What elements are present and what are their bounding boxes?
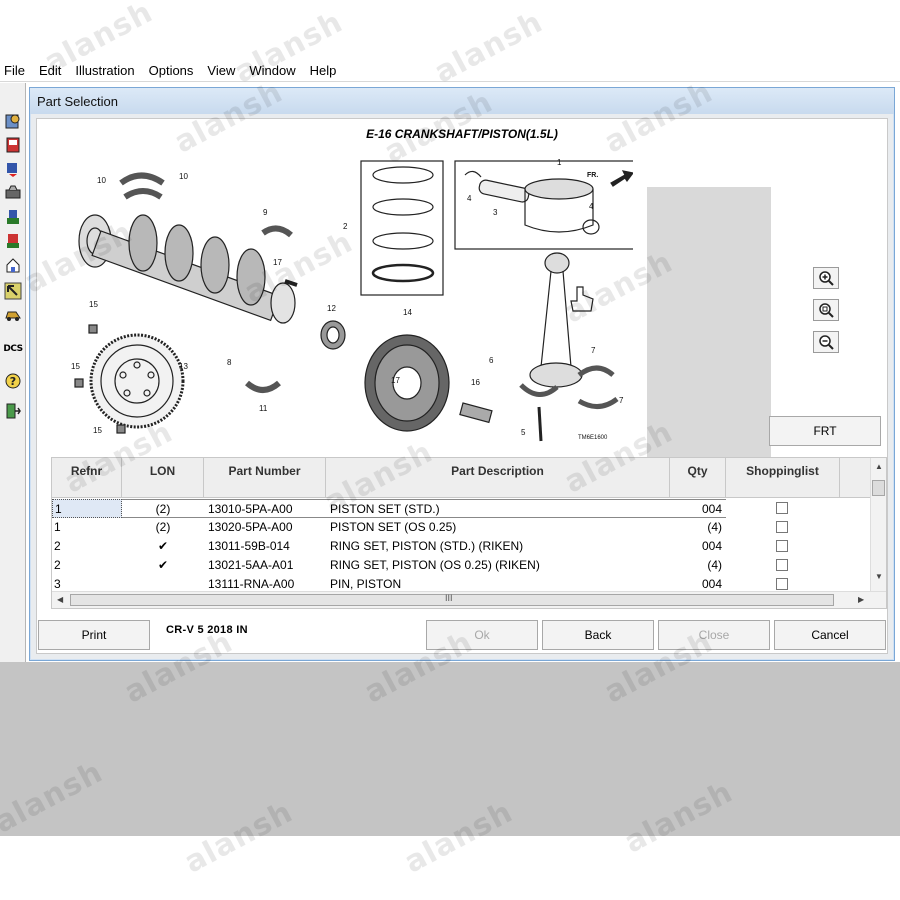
callout-3: 3	[493, 208, 498, 217]
menu-options[interactable]: Options	[142, 60, 201, 82]
parts-table: Refnr LON Part Number Part Description Q…	[51, 457, 887, 609]
left-toolbar: DCS ?	[0, 83, 26, 663]
menu-illustration[interactable]: Illustration	[68, 60, 141, 82]
callout-14: 14	[403, 308, 412, 317]
application-window: File Edit Illustration Options View Wind…	[0, 0, 900, 900]
menu-bar: File Edit Illustration Options View Wind…	[0, 60, 900, 82]
callout-17b: 17	[391, 376, 400, 385]
callout-11: 11	[259, 404, 268, 413]
help-icon[interactable]: ?	[3, 371, 23, 391]
engine-icon[interactable]	[3, 183, 23, 203]
table-row[interactable]: 2 ✔ 13021-5AA-A01 RING SET, PISTON (OS 0…	[52, 556, 872, 575]
lon-check-icon: ✔	[157, 558, 169, 572]
col-lon[interactable]: LON	[122, 458, 204, 498]
desktop-background	[0, 662, 900, 836]
home-icon[interactable]	[3, 255, 23, 275]
callout-17a: 17	[273, 258, 282, 267]
scroll-down-icon[interactable]: ▼	[875, 572, 883, 581]
callout-15c: 15	[93, 426, 102, 435]
col-shoppinglist[interactable]: Shoppinglist	[726, 458, 840, 498]
vehicle-icon[interactable]	[3, 135, 23, 155]
callout-4b: 4	[589, 202, 594, 211]
table-row[interactable]: 2 ✔ 13011-59B-014 RING SET, PISTON (STD.…	[52, 537, 872, 556]
scroll-left-icon[interactable]: ◀	[57, 595, 63, 604]
col-refnr[interactable]: Refnr	[52, 458, 122, 498]
ok-button[interactable]: Ok	[426, 620, 538, 650]
callout-9: 9	[263, 208, 268, 217]
table-row[interactable]: 1 (2) 13020-5PA-A00 PISTON SET (OS 0.25)…	[52, 518, 872, 537]
illustration-title: E-16 CRANKSHAFT/PISTON(1.5L)	[366, 127, 558, 141]
callout-6: 6	[489, 356, 494, 365]
menu-help[interactable]: Help	[303, 60, 344, 82]
horizontal-scroll-thumb[interactable]: III	[70, 593, 834, 606]
zoom-out-button[interactable]	[813, 331, 839, 353]
callout-7a: 7	[591, 346, 596, 355]
col-part-number[interactable]: Part Number	[204, 458, 326, 498]
dialog-titlebar[interactable]: Part Selection	[30, 88, 894, 114]
illustration-gray-area	[647, 187, 771, 483]
back-button[interactable]: Back	[542, 620, 654, 650]
horizontal-scrollbar[interactable]: ◀ III ▶	[52, 591, 886, 608]
table-header: Refnr LON Part Number Part Description Q…	[52, 458, 872, 498]
vertical-scrollbar[interactable]: ▲ ▼	[870, 458, 886, 592]
vehicle-model-label: CR-V 5 2018 IN	[166, 624, 248, 636]
dialog-title: Part Selection	[37, 93, 118, 109]
menu-view[interactable]: View	[200, 60, 242, 82]
illustration-code: TM6E1600	[578, 435, 608, 441]
part-selection-dialog: Part Selection E-16 CRANKSHAFT/PISTON(1.…	[29, 87, 895, 661]
shoppinglist-checkbox[interactable]	[776, 578, 788, 590]
callout-1: 1	[557, 158, 562, 167]
fr-label: FR.	[587, 172, 598, 179]
callout-12: 12	[327, 304, 336, 313]
lon-check-icon: ✔	[157, 539, 169, 553]
print-button[interactable]: Print	[38, 620, 150, 650]
callout-16: 16	[471, 378, 480, 387]
zoom-out-icon	[819, 335, 834, 350]
menu-file[interactable]: File	[0, 60, 32, 82]
shoppinglist-checkbox[interactable]	[776, 540, 788, 552]
callout-7b: 7	[619, 396, 624, 405]
dcs-icon[interactable]: DCS	[3, 339, 23, 359]
zoom-fit-icon	[819, 303, 834, 318]
menu-window[interactable]: Window	[242, 60, 302, 82]
scroll-grip: III	[445, 593, 453, 603]
close-button[interactable]: Close	[658, 620, 770, 650]
dialog-panel: E-16 CRANKSHAFT/PISTON(1.5L) 1 2 3 4 4 5…	[36, 118, 888, 654]
svg-text:?: ?	[10, 375, 16, 388]
scroll-up-icon[interactable]: ▲	[875, 462, 883, 471]
cancel-button[interactable]: Cancel	[774, 620, 886, 650]
shoppinglist-checkbox[interactable]	[776, 502, 788, 514]
red-part-icon[interactable]	[3, 231, 23, 251]
search-part-icon[interactable]	[3, 159, 23, 179]
catalog-icon[interactable]	[3, 111, 23, 131]
exit-icon[interactable]	[3, 401, 23, 421]
table-row[interactable]: 1 (2) 13010-5PA-A00 PISTON SET (STD.) 00…	[52, 499, 872, 518]
menu-edit[interactable]: Edit	[32, 60, 68, 82]
pointer-icon[interactable]	[3, 281, 23, 301]
desktop-bottom-area	[0, 836, 900, 900]
parts-illustration[interactable]: 1 2 3 4 4 5 6 7 7 8 9 10 10 11 12 13 14 …	[51, 153, 771, 483]
callout-8: 8	[227, 358, 232, 367]
frt-button[interactable]: FRT	[769, 416, 881, 446]
vertical-scroll-thumb[interactable]	[872, 480, 885, 496]
exploded-view-diagram: 1 2 3 4 4 5 6 7 7 8 9 10 10 11 12 13 14 …	[71, 158, 633, 442]
callout-2: 2	[343, 222, 348, 231]
col-qty[interactable]: Qty	[670, 458, 726, 498]
callout-15a: 15	[89, 300, 98, 309]
zoom-in-button[interactable]	[813, 267, 839, 289]
callout-5: 5	[521, 428, 526, 437]
shoppinglist-checkbox[interactable]	[776, 559, 788, 571]
callout-10a: 10	[97, 176, 106, 185]
callout-4a: 4	[467, 194, 472, 203]
car-icon[interactable]	[3, 305, 23, 325]
zoom-fit-button[interactable]	[813, 299, 839, 321]
blue-part-icon[interactable]	[3, 207, 23, 227]
callout-10b: 10	[179, 172, 188, 181]
scroll-right-icon[interactable]: ▶	[858, 595, 864, 604]
callout-13: 13	[179, 362, 188, 371]
zoom-in-icon	[819, 271, 834, 286]
callout-15b: 15	[71, 362, 80, 371]
shoppinglist-checkbox[interactable]	[776, 521, 788, 533]
col-part-description[interactable]: Part Description	[326, 458, 670, 498]
